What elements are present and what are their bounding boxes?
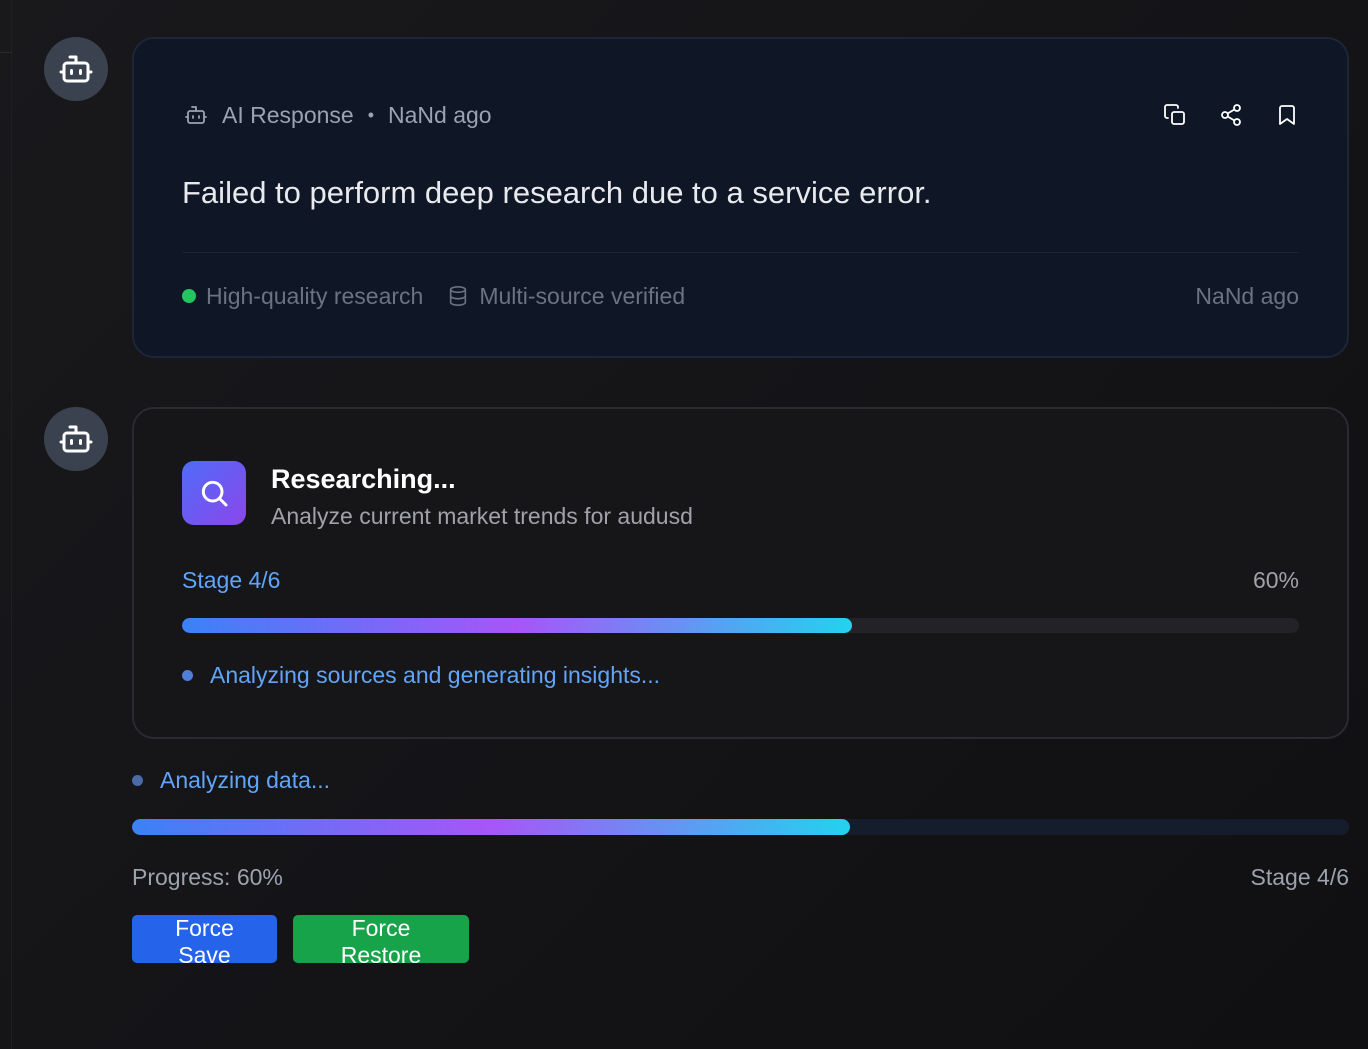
bot-icon <box>59 55 93 83</box>
research-title: Researching... <box>271 464 456 494</box>
research-query: Analyze current market trends for audusd <box>271 503 693 529</box>
response-time: NaNd ago <box>388 101 492 128</box>
research-progress-bar <box>182 618 1299 633</box>
bot-icon <box>59 425 93 453</box>
status-text: Analyzing data... <box>160 767 331 793</box>
response-actions <box>1163 103 1299 127</box>
share-icon[interactable] <box>1219 103 1243 127</box>
response-message: Failed to perform deep research due to a… <box>182 175 932 210</box>
overall-progress-fill <box>132 819 851 835</box>
database-icon <box>450 286 467 306</box>
verified-label: Multi-source verified <box>479 282 686 309</box>
search-icon <box>201 480 228 507</box>
force-save-button[interactable]: Force Save <box>132 915 277 968</box>
stage-percent: 60% <box>1252 567 1299 593</box>
status-row: Analyzing data... <box>132 767 330 794</box>
force-restore-button[interactable]: Force Restore <box>293 915 469 968</box>
quality-label: High-quality research <box>206 282 424 309</box>
separator-dot: • <box>367 104 375 125</box>
bot-icon <box>185 106 207 124</box>
pulse-dot-icon <box>182 670 193 681</box>
ai-response-card: AI Response • NaNd ago Failed to perform… <box>132 37 1349 358</box>
divider <box>182 252 1299 253</box>
research-progress-fill <box>182 618 853 633</box>
insight-text: Analyzing sources and generating insight… <box>210 662 661 688</box>
response-footer: High-quality research Multi-source verif… <box>182 281 1299 311</box>
insight-row: Analyzing sources and generating insight… <box>182 662 660 689</box>
chat-page: AI Response • NaNd ago Failed to perform… <box>0 0 1368 1049</box>
bot-avatar <box>44 37 108 101</box>
overall-stage-label: Stage 4/6 <box>1250 864 1349 890</box>
rail-divider <box>0 52 12 53</box>
response-header: AI Response • NaNd ago <box>184 99 1299 131</box>
status-dot-icon <box>132 775 143 786</box>
research-badge <box>182 461 246 525</box>
overall-progress-bar <box>132 819 1349 835</box>
footer-time: NaNd ago <box>1195 282 1299 309</box>
bookmark-icon[interactable] <box>1275 103 1299 127</box>
copy-icon[interactable] <box>1163 103 1187 127</box>
response-label: AI Response <box>222 101 354 128</box>
stage-label: Stage 4/6 <box>182 567 281 593</box>
left-rail <box>0 0 12 1049</box>
progress-label: Progress: 60% <box>132 864 283 890</box>
research-progress-card: Researching... Analyze current market tr… <box>132 407 1349 739</box>
quality-dot-icon <box>182 289 196 303</box>
bot-avatar <box>44 407 108 471</box>
